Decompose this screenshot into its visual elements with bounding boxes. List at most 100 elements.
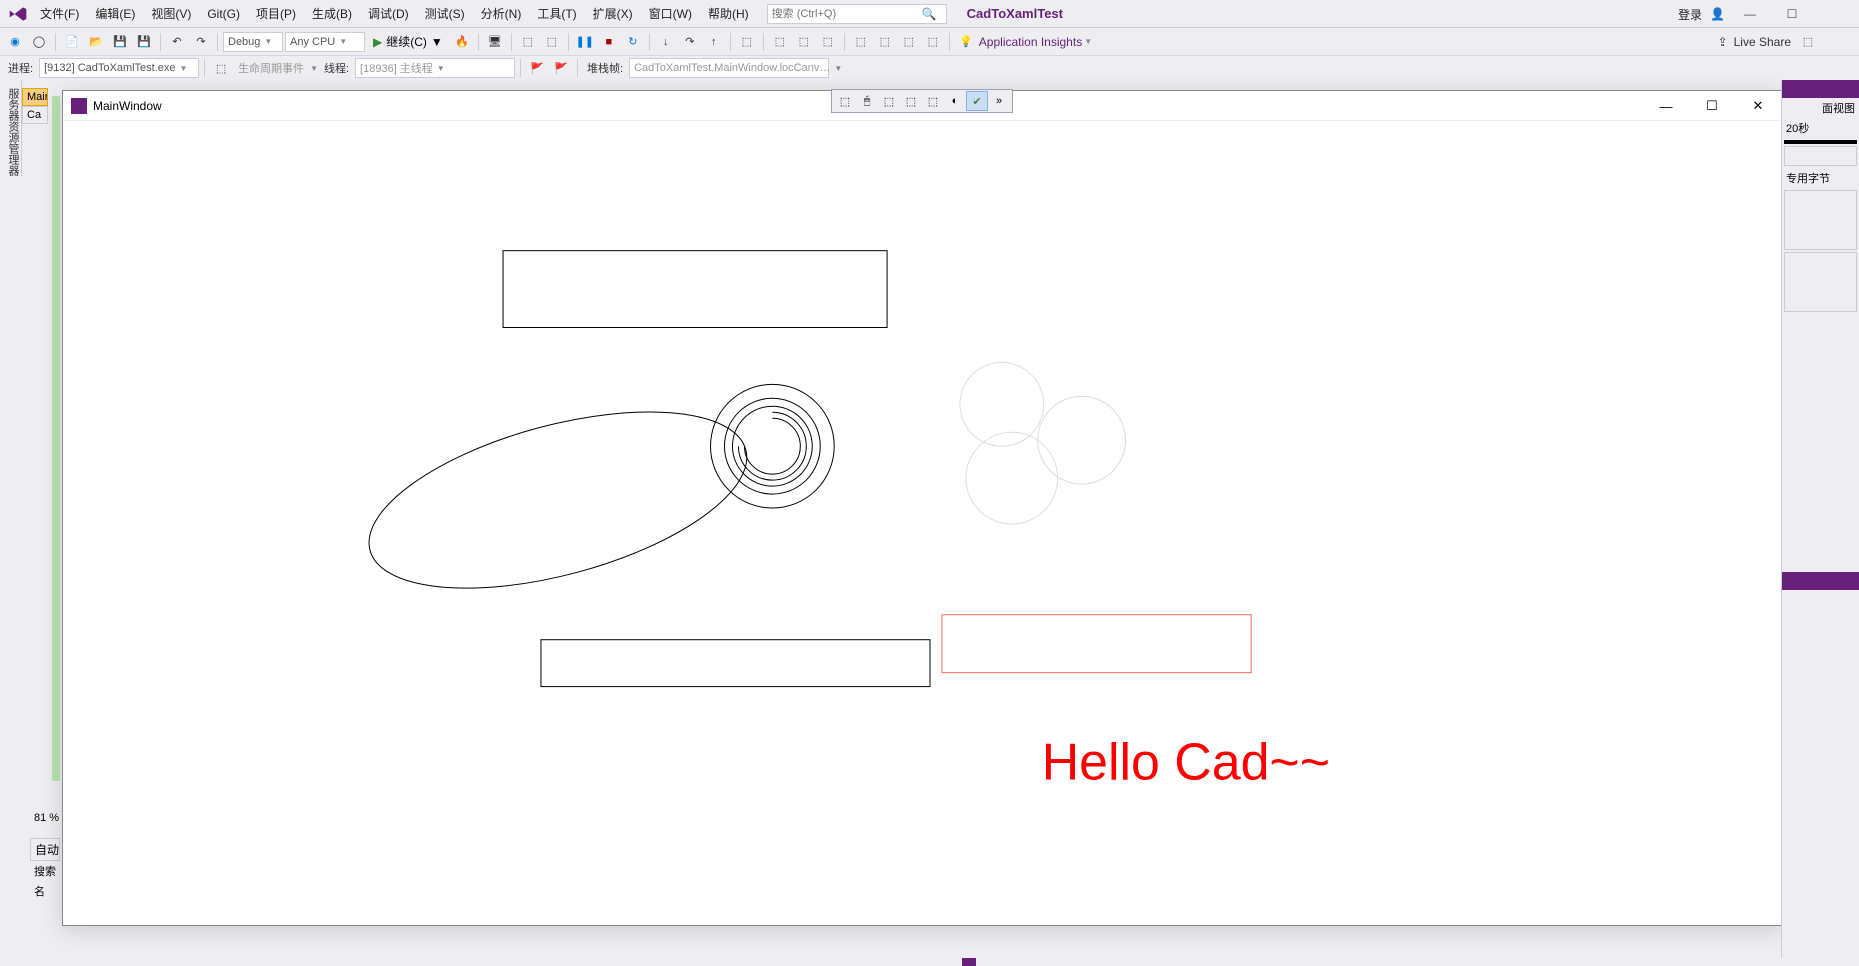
flag2-icon[interactable]: 🚩 bbox=[550, 57, 572, 79]
login-link[interactable]: 登录 bbox=[1678, 6, 1702, 23]
split-handle[interactable] bbox=[962, 958, 976, 966]
save-icon[interactable]: 💾 bbox=[109, 31, 131, 53]
rp-box3[interactable] bbox=[1784, 252, 1857, 312]
tool7-icon[interactable]: ⬚ bbox=[874, 31, 896, 53]
tab-main[interactable]: Main bbox=[22, 88, 48, 106]
stackframe-label: 堆栈帧: bbox=[583, 60, 627, 76]
right-panel: 面视图 20秒 专用字节 bbox=[1781, 80, 1859, 966]
adorner-layout-icon[interactable]: ⬚ bbox=[878, 91, 900, 111]
stackframe-dropdown[interactable]: CadToXamlTest.MainWindow.locCanv…▼ bbox=[629, 58, 829, 78]
rp-marker bbox=[1784, 140, 1857, 144]
menubar: 文件(F) 编辑(E) 视图(V) Git(G) 项目(P) 生成(B) 调试(… bbox=[0, 0, 1859, 28]
lifecycle-label: 生命周期事件 bbox=[234, 60, 308, 76]
menu-analyze[interactable]: 分析(N) bbox=[473, 1, 530, 26]
browser-icon[interactable]: 🖥 bbox=[484, 31, 506, 53]
right-panel-header2[interactable] bbox=[1782, 572, 1859, 590]
menu-project[interactable]: 项目(P) bbox=[248, 1, 304, 26]
autos-search[interactable]: 搜索 bbox=[30, 861, 60, 881]
menu-build[interactable]: 生成(B) bbox=[304, 1, 360, 26]
app-maximize-button[interactable]: ☐ bbox=[1689, 91, 1735, 121]
menu-test[interactable]: 测试(S) bbox=[417, 1, 473, 26]
adorner-goto-live-icon[interactable]: ⬚ bbox=[834, 91, 856, 111]
thread-dropdown[interactable]: [18936] 主线程▼ bbox=[355, 58, 515, 78]
app-minimize-button[interactable]: — bbox=[1643, 91, 1689, 121]
window-minimize[interactable]: — bbox=[1733, 4, 1767, 24]
nav-forward-icon[interactable]: ◯ bbox=[28, 31, 50, 53]
menu-edit[interactable]: 编辑(E) bbox=[87, 1, 143, 26]
process-dropdown[interactable]: [9132] CadToXamlTest.exe▼ bbox=[39, 58, 199, 78]
bottom-splitter bbox=[0, 958, 1859, 966]
tab-ca[interactable]: Ca bbox=[22, 106, 48, 124]
right-panel-header[interactable] bbox=[1782, 80, 1859, 98]
debug-adorner-toolbar: ⬚ 🖱 ⬚ ⬚ ⬚ ◐ ✔ » bbox=[831, 89, 1013, 113]
restart-icon[interactable]: ↻ bbox=[622, 31, 644, 53]
step-out-icon[interactable]: ↑ bbox=[703, 31, 725, 53]
app-close-button[interactable]: ✕ bbox=[1735, 91, 1781, 121]
continue-button[interactable]: ▶ 继续(C) ▼ bbox=[367, 31, 449, 53]
menu-help[interactable]: 帮助(H) bbox=[700, 1, 757, 26]
menu-view[interactable]: 视图(V) bbox=[143, 1, 199, 26]
tool3-icon[interactable]: ⬚ bbox=[769, 31, 791, 53]
shape-faint-circles bbox=[960, 362, 1126, 524]
play-icon: ▶ bbox=[373, 35, 382, 49]
search-input[interactable] bbox=[772, 8, 922, 20]
open-icon[interactable]: 📂 bbox=[85, 31, 107, 53]
solution-name: CadToXamlTest bbox=[967, 6, 1063, 21]
flag-icon[interactable]: 🚩 bbox=[526, 57, 548, 79]
new-file-icon[interactable]: 📄 bbox=[61, 31, 83, 53]
step-over-icon[interactable]: ↷ bbox=[679, 31, 701, 53]
search-box[interactable]: 🔍 bbox=[767, 4, 947, 24]
tool5-icon[interactable]: ⬚ bbox=[817, 31, 839, 53]
adorner-scan-icon[interactable]: ◐ bbox=[944, 91, 966, 111]
rp-row-bytes: 专用字节 bbox=[1782, 168, 1859, 188]
undo-icon[interactable]: ↶ bbox=[166, 31, 188, 53]
autos-tab[interactable]: 自动 bbox=[30, 838, 60, 861]
zoom-percent[interactable]: 81 % bbox=[30, 810, 63, 826]
insights-icon[interactable]: 💡 bbox=[955, 31, 977, 53]
lifecycle-icon[interactable]: ⬚ bbox=[210, 57, 232, 79]
platform-dropdown[interactable]: Any CPU▼ bbox=[285, 32, 365, 52]
pause-icon[interactable]: ❚❚ bbox=[574, 31, 596, 53]
cad-text: Hello Cad~~ bbox=[1042, 732, 1330, 790]
step-into-icon[interactable]: ↓ bbox=[655, 31, 677, 53]
nav-back-icon[interactable]: ◉ bbox=[4, 31, 26, 53]
tool9-icon[interactable]: ⬚ bbox=[922, 31, 944, 53]
app-canvas: Hello Cad~~ bbox=[63, 121, 1781, 925]
menu-file[interactable]: 文件(F) bbox=[32, 1, 87, 26]
tool4-icon[interactable]: ⬚ bbox=[793, 31, 815, 53]
tool6-icon[interactable]: ⬚ bbox=[850, 31, 872, 53]
adorner-track-icon[interactable]: ⬚ bbox=[900, 91, 922, 111]
tool8-icon[interactable]: ⬚ bbox=[898, 31, 920, 53]
menu-extensions[interactable]: 扩展(X) bbox=[585, 1, 641, 26]
rp-box1[interactable] bbox=[1784, 146, 1857, 166]
save-all-icon[interactable]: 💾 bbox=[133, 31, 155, 53]
feedback-icon[interactable]: ⬚ bbox=[1797, 31, 1819, 53]
hot-reload-icon[interactable]: 🔥 bbox=[451, 31, 473, 53]
rp-box2[interactable] bbox=[1784, 190, 1857, 250]
toolbar-debug: 进程: [9132] CadToXamlTest.exe▼ ⬚ 生命周期事件 ▼… bbox=[0, 56, 1859, 80]
menu-debug[interactable]: 调试(D) bbox=[360, 1, 417, 26]
shape-ellipse bbox=[351, 377, 766, 622]
step-layout-icon[interactable]: ⬚ bbox=[517, 31, 539, 53]
adorner-check-icon[interactable]: ✔ bbox=[966, 91, 988, 111]
toolbar-main: ◉ ◯ 📄 📂 💾 💾 ↶ ↷ Debug▼ Any CPU▼ ▶ 继续(C) … bbox=[0, 28, 1859, 56]
liveshare-icon: ⇪ bbox=[1718, 35, 1728, 49]
redo-icon[interactable]: ↷ bbox=[190, 31, 212, 53]
menu-tools[interactable]: 工具(T) bbox=[529, 1, 584, 26]
tool-icon[interactable]: ⬚ bbox=[541, 31, 563, 53]
stop-icon[interactable]: ■ bbox=[598, 31, 620, 53]
adorner-collapse-icon[interactable]: » bbox=[988, 91, 1010, 111]
shape-rect-2 bbox=[541, 640, 930, 687]
menu-git[interactable]: Git(G) bbox=[199, 3, 248, 25]
autos-name-col: 名 bbox=[30, 881, 60, 901]
menu-window[interactable]: 窗口(W) bbox=[641, 1, 700, 26]
tool2-icon[interactable]: ⬚ bbox=[736, 31, 758, 53]
live-share[interactable]: ⇪ Live Share ⬚ bbox=[1718, 31, 1819, 53]
insights-label[interactable]: Application Insights bbox=[979, 35, 1082, 49]
left-rail[interactable]: 服务器资源管理器 bbox=[0, 80, 22, 176]
config-dropdown[interactable]: Debug▼ bbox=[223, 32, 283, 52]
adorner-hotreload-icon[interactable]: ⬚ bbox=[922, 91, 944, 111]
window-maximize[interactable]: ☐ bbox=[1775, 4, 1809, 24]
adorner-select-icon[interactable]: 🖱 bbox=[856, 91, 878, 111]
person-icon[interactable]: 👤 bbox=[1710, 7, 1725, 21]
